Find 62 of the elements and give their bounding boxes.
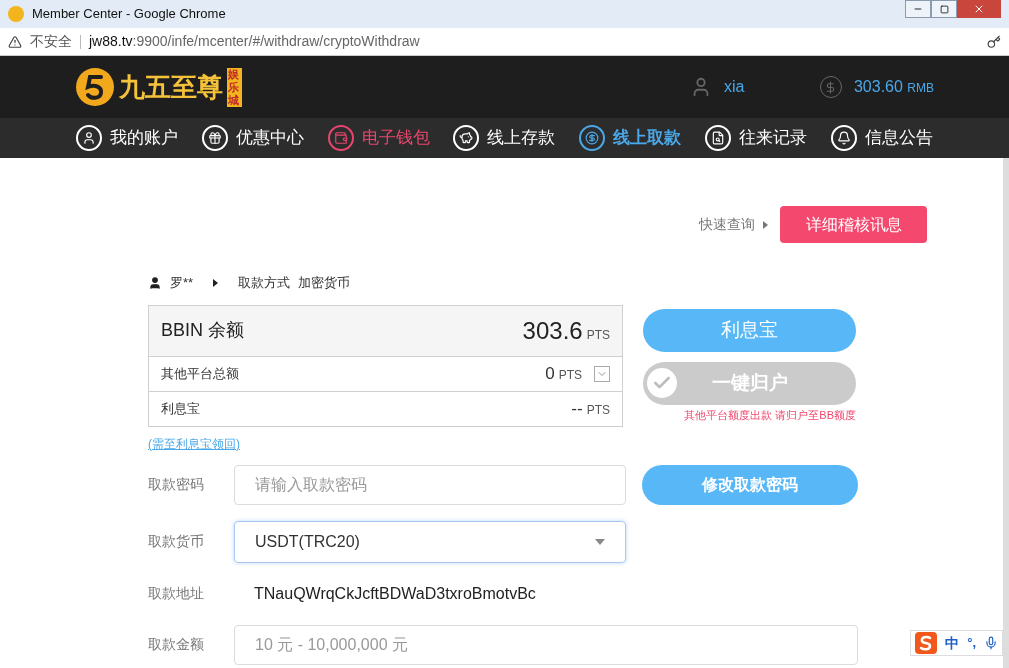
quick-query-link[interactable]: 快速查询 <box>699 214 755 235</box>
security-label: 不安全 <box>30 32 72 51</box>
caret-icon <box>213 278 219 287</box>
method-label: 取款方式 <box>238 274 291 292</box>
check-icon <box>647 367 677 398</box>
field-label: 取款货币 <box>148 532 205 551</box>
field-label: 取款密码 <box>148 475 205 494</box>
minimize-button[interactable] <box>905 0 931 18</box>
field-label: 取款地址 <box>148 584 205 603</box>
input-field[interactable]: 请输入取款密码 <box>234 464 626 505</box>
nav-tab[interactable]: 线上存款 <box>453 125 556 151</box>
logo-text: 九五至尊 <box>119 70 223 104</box>
balance-amount: 303.6 <box>522 315 583 346</box>
unit-label: PTS <box>558 366 582 384</box>
method-value: 加密货币 <box>298 274 351 292</box>
mic-icon <box>984 636 998 650</box>
unit-label: PTS <box>586 401 610 419</box>
ime-mode: 中 <box>945 633 960 653</box>
document-search-icon <box>705 125 732 151</box>
balance-amount: 303.60 RMB <box>853 77 934 97</box>
browser-logo-icon <box>8 6 24 22</box>
ime-punctuation: °, <box>967 634 976 653</box>
gift-icon <box>201 125 228 151</box>
bell-icon <box>830 125 857 151</box>
currency-select[interactable]: USDT(TRC20) <box>234 520 626 563</box>
balance-amount: 0 <box>545 362 555 385</box>
interest-link[interactable]: (需至利息宝领回) <box>148 434 623 453</box>
maximize-button[interactable] <box>931 0 957 18</box>
collect-note: 其他平台额度出款 请归户至BB额度 <box>684 407 856 423</box>
warning-icon <box>8 34 22 49</box>
expand-toggle[interactable] <box>594 365 610 382</box>
nav-tab[interactable]: 线上取款 <box>579 125 682 151</box>
user-icon <box>76 125 102 151</box>
nav-tab[interactable]: 优惠中心 <box>201 125 304 151</box>
wallet-icon <box>327 125 354 151</box>
balance-label: 利息宝 <box>161 399 200 418</box>
balance-amount: -- <box>571 397 583 420</box>
logo-badge: 娱乐城 <box>227 67 242 107</box>
audit-details-button[interactable]: 详细稽核讯息 <box>780 206 927 243</box>
window-title: Member Center - Google Chrome <box>32 5 226 24</box>
nav-tab[interactable]: 电子钱包 <box>327 125 430 151</box>
caret-icon <box>763 220 768 229</box>
key-icon <box>987 34 1001 49</box>
input-field[interactable]: 10 元 - 10,000,000 元 <box>234 624 858 665</box>
balance-label: BBIN 余额 <box>161 319 244 342</box>
person-icon <box>148 275 162 290</box>
url-text[interactable]: jw88.tv:9900/infe/mcenter/#/withdraw/cryptoWithdraw <box>89 31 420 52</box>
nav-tab[interactable]: 往来记录 <box>705 125 808 151</box>
balance-label: 其他平台总额 <box>161 364 239 383</box>
dollar-coin-icon <box>579 125 606 151</box>
maximize-icon <box>939 4 949 14</box>
nav-tab[interactable]: 我的账户 <box>76 125 178 151</box>
account-name: 罗** <box>170 274 194 292</box>
unit-label: PTS <box>586 326 610 344</box>
nav-tab[interactable]: 信息公告 <box>830 125 933 151</box>
field-label: 取款金额 <box>148 635 205 654</box>
username: xia <box>723 77 746 97</box>
wallet-address: TNauQWrqCkJcftBDWaD3txroBmotvBc <box>253 583 537 604</box>
logo-emblem-icon <box>75 67 115 107</box>
piggy-bank-icon <box>453 125 480 151</box>
close-icon <box>973 3 985 15</box>
caret-icon <box>595 538 605 545</box>
